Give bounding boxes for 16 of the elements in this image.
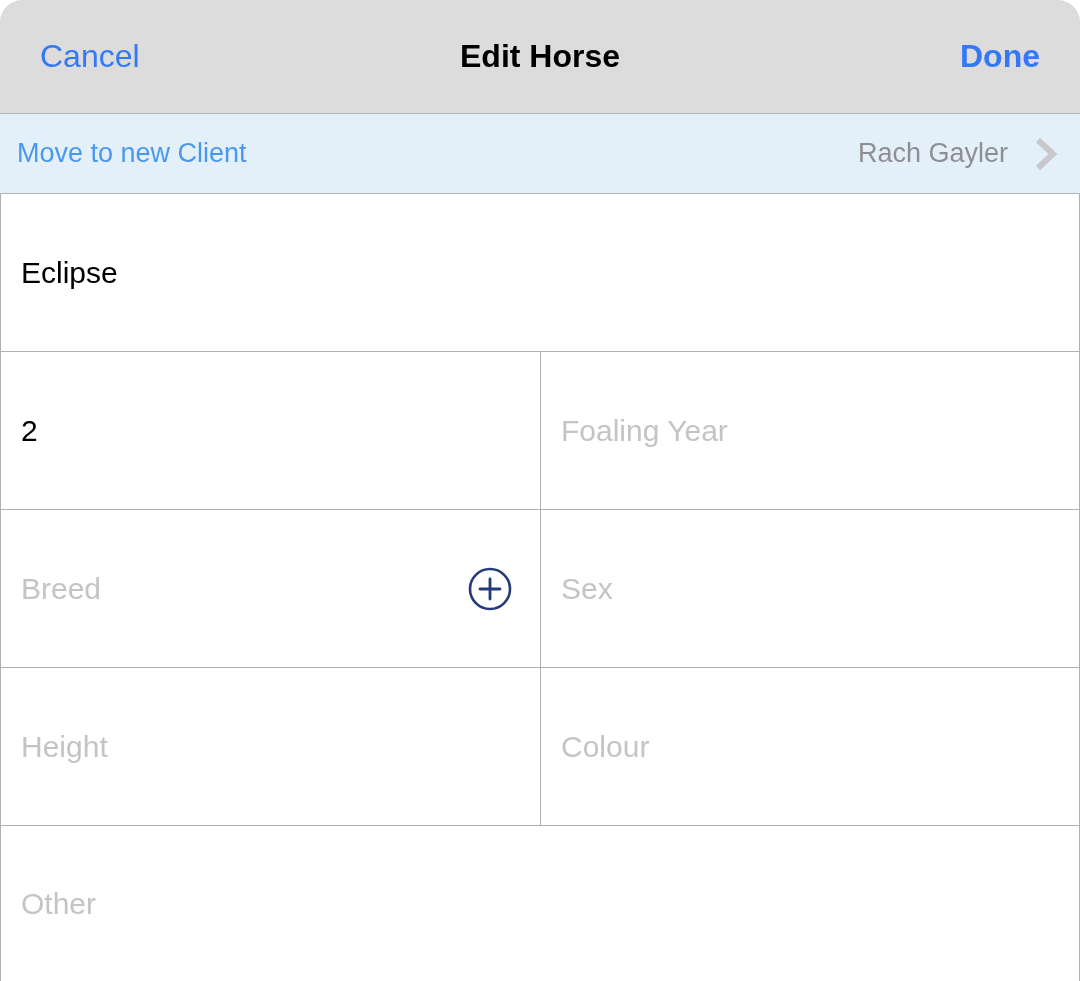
window-title: Edit Horse <box>460 38 620 75</box>
input-field[interactable]: Foaling Year <box>561 406 1051 455</box>
input-field[interactable]: Breed <box>21 564 468 613</box>
input-field[interactable]: Colour <box>561 722 1051 771</box>
move-client-label: Move to new Client <box>17 138 248 169</box>
move-client-row[interactable]: Move to new Client Rach Gayler <box>0 114 1080 194</box>
add-icon[interactable] <box>468 566 512 611</box>
cancel-button[interactable]: Cancel <box>40 38 140 75</box>
client-name: Rach Gayler <box>857 138 1008 169</box>
input-field[interactable]: Sex <box>561 564 1051 613</box>
input-field[interactable]: 2 <box>21 406 512 455</box>
input-field[interactable]: Eclipse <box>21 248 1051 297</box>
input-field[interactable]: Other <box>21 879 1051 928</box>
chevron-icon <box>1034 136 1058 171</box>
input-field[interactable]: Height <box>21 722 512 771</box>
done-button[interactable]: Done <box>960 38 1040 75</box>
